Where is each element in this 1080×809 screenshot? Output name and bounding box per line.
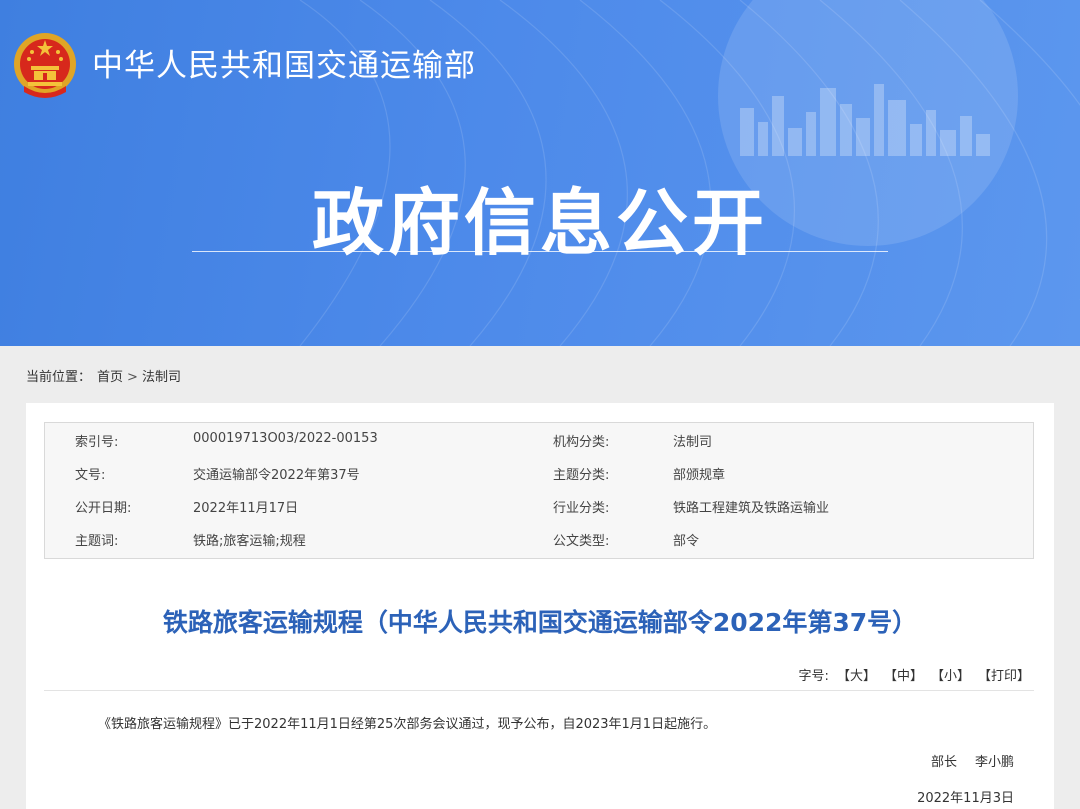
topic-category-label: 主题分类: — [553, 468, 610, 483]
doc-number-label: 文号: — [75, 468, 106, 483]
metadata-row: 公开日期: 2022年11月17日 行业分类: 铁路工程建筑及铁路运输业 — [45, 489, 1035, 522]
national-emblem-icon — [14, 33, 76, 98]
signer-name: 李小鹏 — [974, 755, 1014, 770]
font-size-label: 字号: — [798, 669, 829, 684]
content-card: 索引号: 000019713O03/2022-00153 机构分类: 法制司 文… — [26, 403, 1054, 809]
ministry-name[interactable]: 中华人民共和国交通运输部 — [92, 40, 476, 85]
agency-category-label: 机构分类: — [553, 435, 610, 450]
document-title: 铁路旅客运输规程（中华人民共和国交通运输部令2022年第37号） — [162, 608, 918, 637]
agency-category-value: 法制司 — [673, 435, 713, 450]
publish-date-value: 2022年11月17日 — [193, 501, 299, 516]
doc-type-value: 部令 — [673, 534, 700, 549]
banner-title: 政府信息公开 — [311, 181, 768, 265]
font-small-button[interactable]: 【小】 — [931, 665, 970, 684]
breadcrumb: 当前位置： 首页 > 法制司 — [26, 366, 181, 385]
breadcrumb-prefix: 当前位置： — [26, 370, 92, 385]
breadcrumb-legal-dept-link[interactable]: 法制司 — [142, 366, 181, 385]
industry-category-label: 行业分类: — [553, 501, 610, 516]
doc-number-value: 交通运输部令2022年第37号 — [193, 468, 360, 483]
topic-category-value: 部颁规章 — [673, 468, 726, 483]
font-large-button[interactable]: 【大】 — [837, 665, 876, 684]
index-number-value: 000019713O03/2022-00153 — [193, 431, 378, 446]
metadata-row: 主题词: 铁路;旅客运输;规程 公文类型: 部令 — [45, 522, 1035, 555]
signer: 部长 李小鹏 — [913, 751, 1014, 770]
metadata-table: 索引号: 000019713O03/2022-00153 机构分类: 法制司 文… — [44, 422, 1034, 559]
content-divider — [44, 690, 1034, 691]
font-medium-button[interactable]: 【中】 — [884, 665, 923, 684]
breadcrumb-home-link[interactable]: 首页 — [97, 366, 123, 385]
header-banner: 中华人民共和国交通运输部 政府信息公开 — [0, 0, 1080, 346]
font-size-controls: 字号: 【大】 【中】 【小】 【打印】 — [799, 665, 1030, 684]
industry-category-value: 铁路工程建筑及铁路运输业 — [673, 501, 830, 516]
metadata-row: 文号: 交通运输部令2022年第37号 主题分类: 部颁规章 — [45, 456, 1035, 489]
document-body: 《铁路旅客运输规程》已于2022年11月1日经第25次部务会议通过，现予公布，自… — [98, 717, 717, 732]
banner-title-underline — [192, 251, 888, 252]
print-button[interactable]: 【打印】 — [978, 665, 1030, 684]
breadcrumb-separator: > — [127, 370, 138, 385]
keywords-value: 铁路;旅客运输;规程 — [193, 534, 306, 549]
sign-date: 2022年11月3日 — [917, 791, 1014, 806]
keywords-label: 主题词: — [75, 534, 119, 549]
publish-date-label: 公开日期: — [75, 501, 132, 516]
signer-title: 部长 — [930, 755, 957, 770]
index-number-label: 索引号: — [75, 435, 119, 450]
doc-type-label: 公文类型: — [553, 534, 610, 549]
metadata-row: 索引号: 000019713O03/2022-00153 机构分类: 法制司 — [45, 423, 1035, 456]
